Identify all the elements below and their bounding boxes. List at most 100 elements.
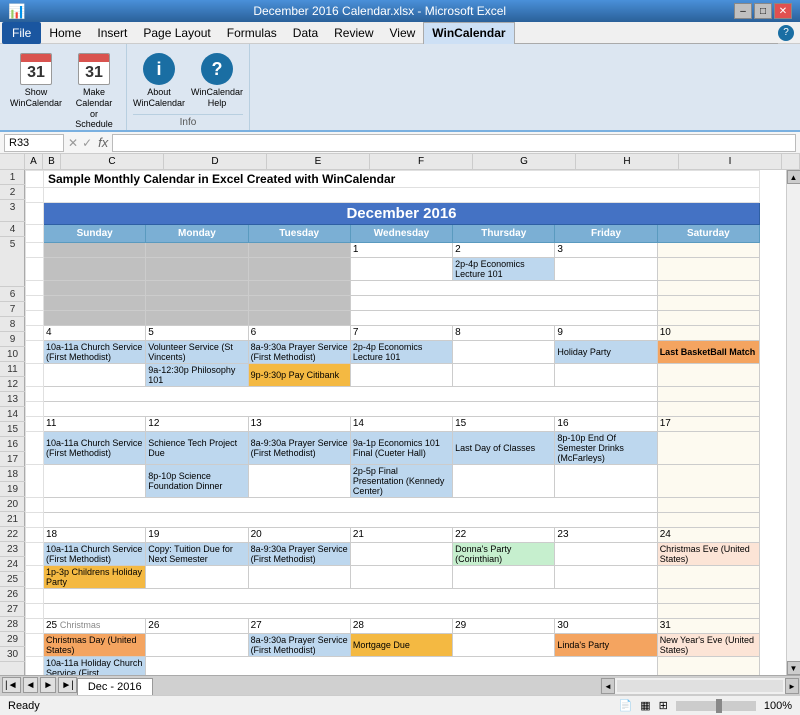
cell-dec2: 2 — [453, 243, 555, 258]
day-header-fri: Friday — [555, 225, 657, 243]
row-lbl-11 — [26, 341, 44, 364]
tab-nav-last[interactable]: ►| — [58, 677, 77, 693]
row-lbl-18 — [26, 498, 44, 513]
cell-dec25-ev1: Christmas Day (United States) — [44, 634, 146, 657]
cell-w2-thu-3 — [453, 364, 555, 387]
row-6: 6 — [0, 287, 25, 302]
sheet-tab-dec2016[interactable]: Dec - 2016 — [77, 678, 153, 696]
row-13: 13 — [0, 392, 25, 407]
row-24: 24 — [0, 557, 25, 572]
day-header-thu: Thursday — [453, 225, 555, 243]
row-16: 16 — [0, 437, 25, 452]
cell-dec5: 5 — [146, 326, 248, 341]
tab-nav-prev[interactable]: ◄ — [23, 677, 39, 693]
cell-empty8 — [44, 589, 658, 604]
row-lbl-20 — [26, 528, 44, 543]
row-20: 20 — [0, 497, 25, 512]
formula-input[interactable] — [112, 134, 796, 152]
menu-file[interactable]: File — [2, 22, 41, 44]
row-9: 9 — [0, 332, 25, 347]
row-lbl-24 — [26, 604, 44, 619]
about-wincalendar-button[interactable]: i AboutWinCalendar — [133, 50, 185, 112]
row-lbl-22 — [26, 566, 44, 589]
menu-wincalendar[interactable]: WinCalendar — [423, 22, 514, 44]
cell-w3-sat-5 — [657, 513, 759, 528]
cell-w4-sat-5 — [657, 604, 759, 619]
scroll-down-button[interactable]: ▼ — [787, 661, 800, 675]
row-22: 22 — [0, 527, 25, 542]
cell-w1-t4 — [248, 296, 350, 311]
scroll-right-button[interactable]: ► — [785, 678, 799, 694]
cell-w3-wed-2: 2p-5p Final Presentation (Kennedy Center… — [350, 465, 452, 498]
wincalendar-help-button[interactable]: ? WinCalendarHelp — [191, 50, 243, 112]
row-lbl-21 — [26, 543, 44, 566]
row-lbl-23 — [26, 589, 44, 604]
cell-dec14: 14 — [350, 417, 452, 432]
day-header-tue: Tuesday — [248, 225, 350, 243]
cell-w3-sat-3 — [657, 465, 759, 498]
cell-w4-sun-ev1: 10a-11a Church Service (First Methodist) — [44, 543, 146, 566]
row-lbl-25 — [26, 619, 44, 634]
cell-w1-sun — [44, 243, 146, 258]
row-21: 21 — [0, 512, 25, 527]
show-wincalendar-button[interactable]: 31 ShowWinCalendar — [10, 50, 62, 112]
cell-dec24: 24 — [657, 528, 759, 543]
cell-w3-thu-ev: Last Day of Classes — [453, 432, 555, 465]
menu-formulas[interactable]: Formulas — [219, 22, 285, 44]
row-lbl-15 — [26, 417, 44, 432]
view-normal-icon[interactable]: 📄 — [619, 699, 633, 712]
help-icon[interactable]: ? — [778, 25, 794, 41]
menu-data[interactable]: Data — [285, 22, 326, 44]
cell-w2-sun-3 — [44, 364, 146, 387]
cell-w2-wed-3 — [350, 364, 452, 387]
menu-home[interactable]: Home — [41, 22, 89, 44]
tab-nav-first[interactable]: |◄ — [2, 677, 21, 693]
cell-w3-fri-ev: 8p-10p End Of Semester Drinks (McFarleys… — [555, 432, 657, 465]
minimize-button[interactable]: – — [734, 3, 752, 19]
horizontal-scrollbar[interactable]: ◄ ► — [600, 677, 800, 695]
close-button[interactable]: ✕ — [774, 3, 792, 19]
row-lbl-19 — [26, 513, 44, 528]
view-layout-icon[interactable]: ▦ — [640, 699, 650, 712]
status-bar: Ready 📄 ▦ ⊞ 100% — [0, 695, 800, 715]
cell-dec27-ev: 8a-9:30a Prayer Service (First Methodist… — [248, 634, 350, 657]
cell-w3-tue-ev: 8a-9:30a Prayer Service (First Methodist… — [248, 432, 350, 465]
view-break-icon[interactable]: ⊞ — [659, 699, 668, 712]
col-header-g: G — [473, 154, 576, 169]
cell-dec30: 30 — [555, 619, 657, 634]
zoom-slider[interactable] — [676, 701, 756, 711]
menu-view[interactable]: View — [382, 22, 424, 44]
cell-w3-mon-2: 8p-10p Science Foundation Dinner — [146, 465, 248, 498]
cell-dec28-ev: Mortgage Due — [350, 634, 452, 657]
row-19: 19 — [0, 482, 25, 497]
cell-dec19: 19 — [146, 528, 248, 543]
tab-nav-next[interactable]: ► — [40, 677, 56, 693]
row-7: 7 — [0, 302, 25, 317]
help-ribbon-icon: ? — [201, 53, 233, 85]
maximize-button[interactable]: □ — [754, 3, 772, 19]
scroll-up-button[interactable]: ▲ — [787, 170, 800, 184]
menu-review[interactable]: Review — [326, 22, 381, 44]
menu-insert[interactable]: Insert — [89, 22, 135, 44]
cell-dec20: 20 — [248, 528, 350, 543]
cell-w2-mon-ev2: 9a-12:30p Philosophy 101 — [146, 364, 248, 387]
cell-dec10-ev: Last BasketBall Match — [657, 341, 759, 364]
scroll-left-button[interactable]: ◄ — [601, 678, 615, 694]
info-group-label: Info — [133, 114, 243, 128]
col-header-a: A — [25, 154, 43, 169]
vertical-scrollbar[interactable]: ▲ ▼ — [786, 170, 800, 675]
cell-w4-thu-ev1: Donna's Party (Corinthian) — [453, 543, 555, 566]
cell-dec1: 1 — [350, 243, 452, 258]
row-12: 12 — [0, 377, 25, 392]
cell-reference[interactable]: R33 — [4, 134, 64, 152]
menu-bar: File Home Insert Page Layout Formulas Da… — [0, 22, 800, 44]
cell-dec25: 25 Christmas — [44, 619, 146, 634]
calendar-table: Sample Monthly Calendar in Excel Created… — [25, 170, 760, 675]
make-calendar-button[interactable]: 31 Make Calendaror Schedule — [68, 50, 120, 133]
row-lbl-10 — [26, 326, 44, 341]
menu-page-layout[interactable]: Page Layout — [135, 22, 218, 44]
row-lbl-13 — [26, 387, 44, 402]
row-8: 8 — [0, 317, 25, 332]
row-17: 17 — [0, 452, 25, 467]
cell-w1-tue-2 — [248, 258, 350, 281]
